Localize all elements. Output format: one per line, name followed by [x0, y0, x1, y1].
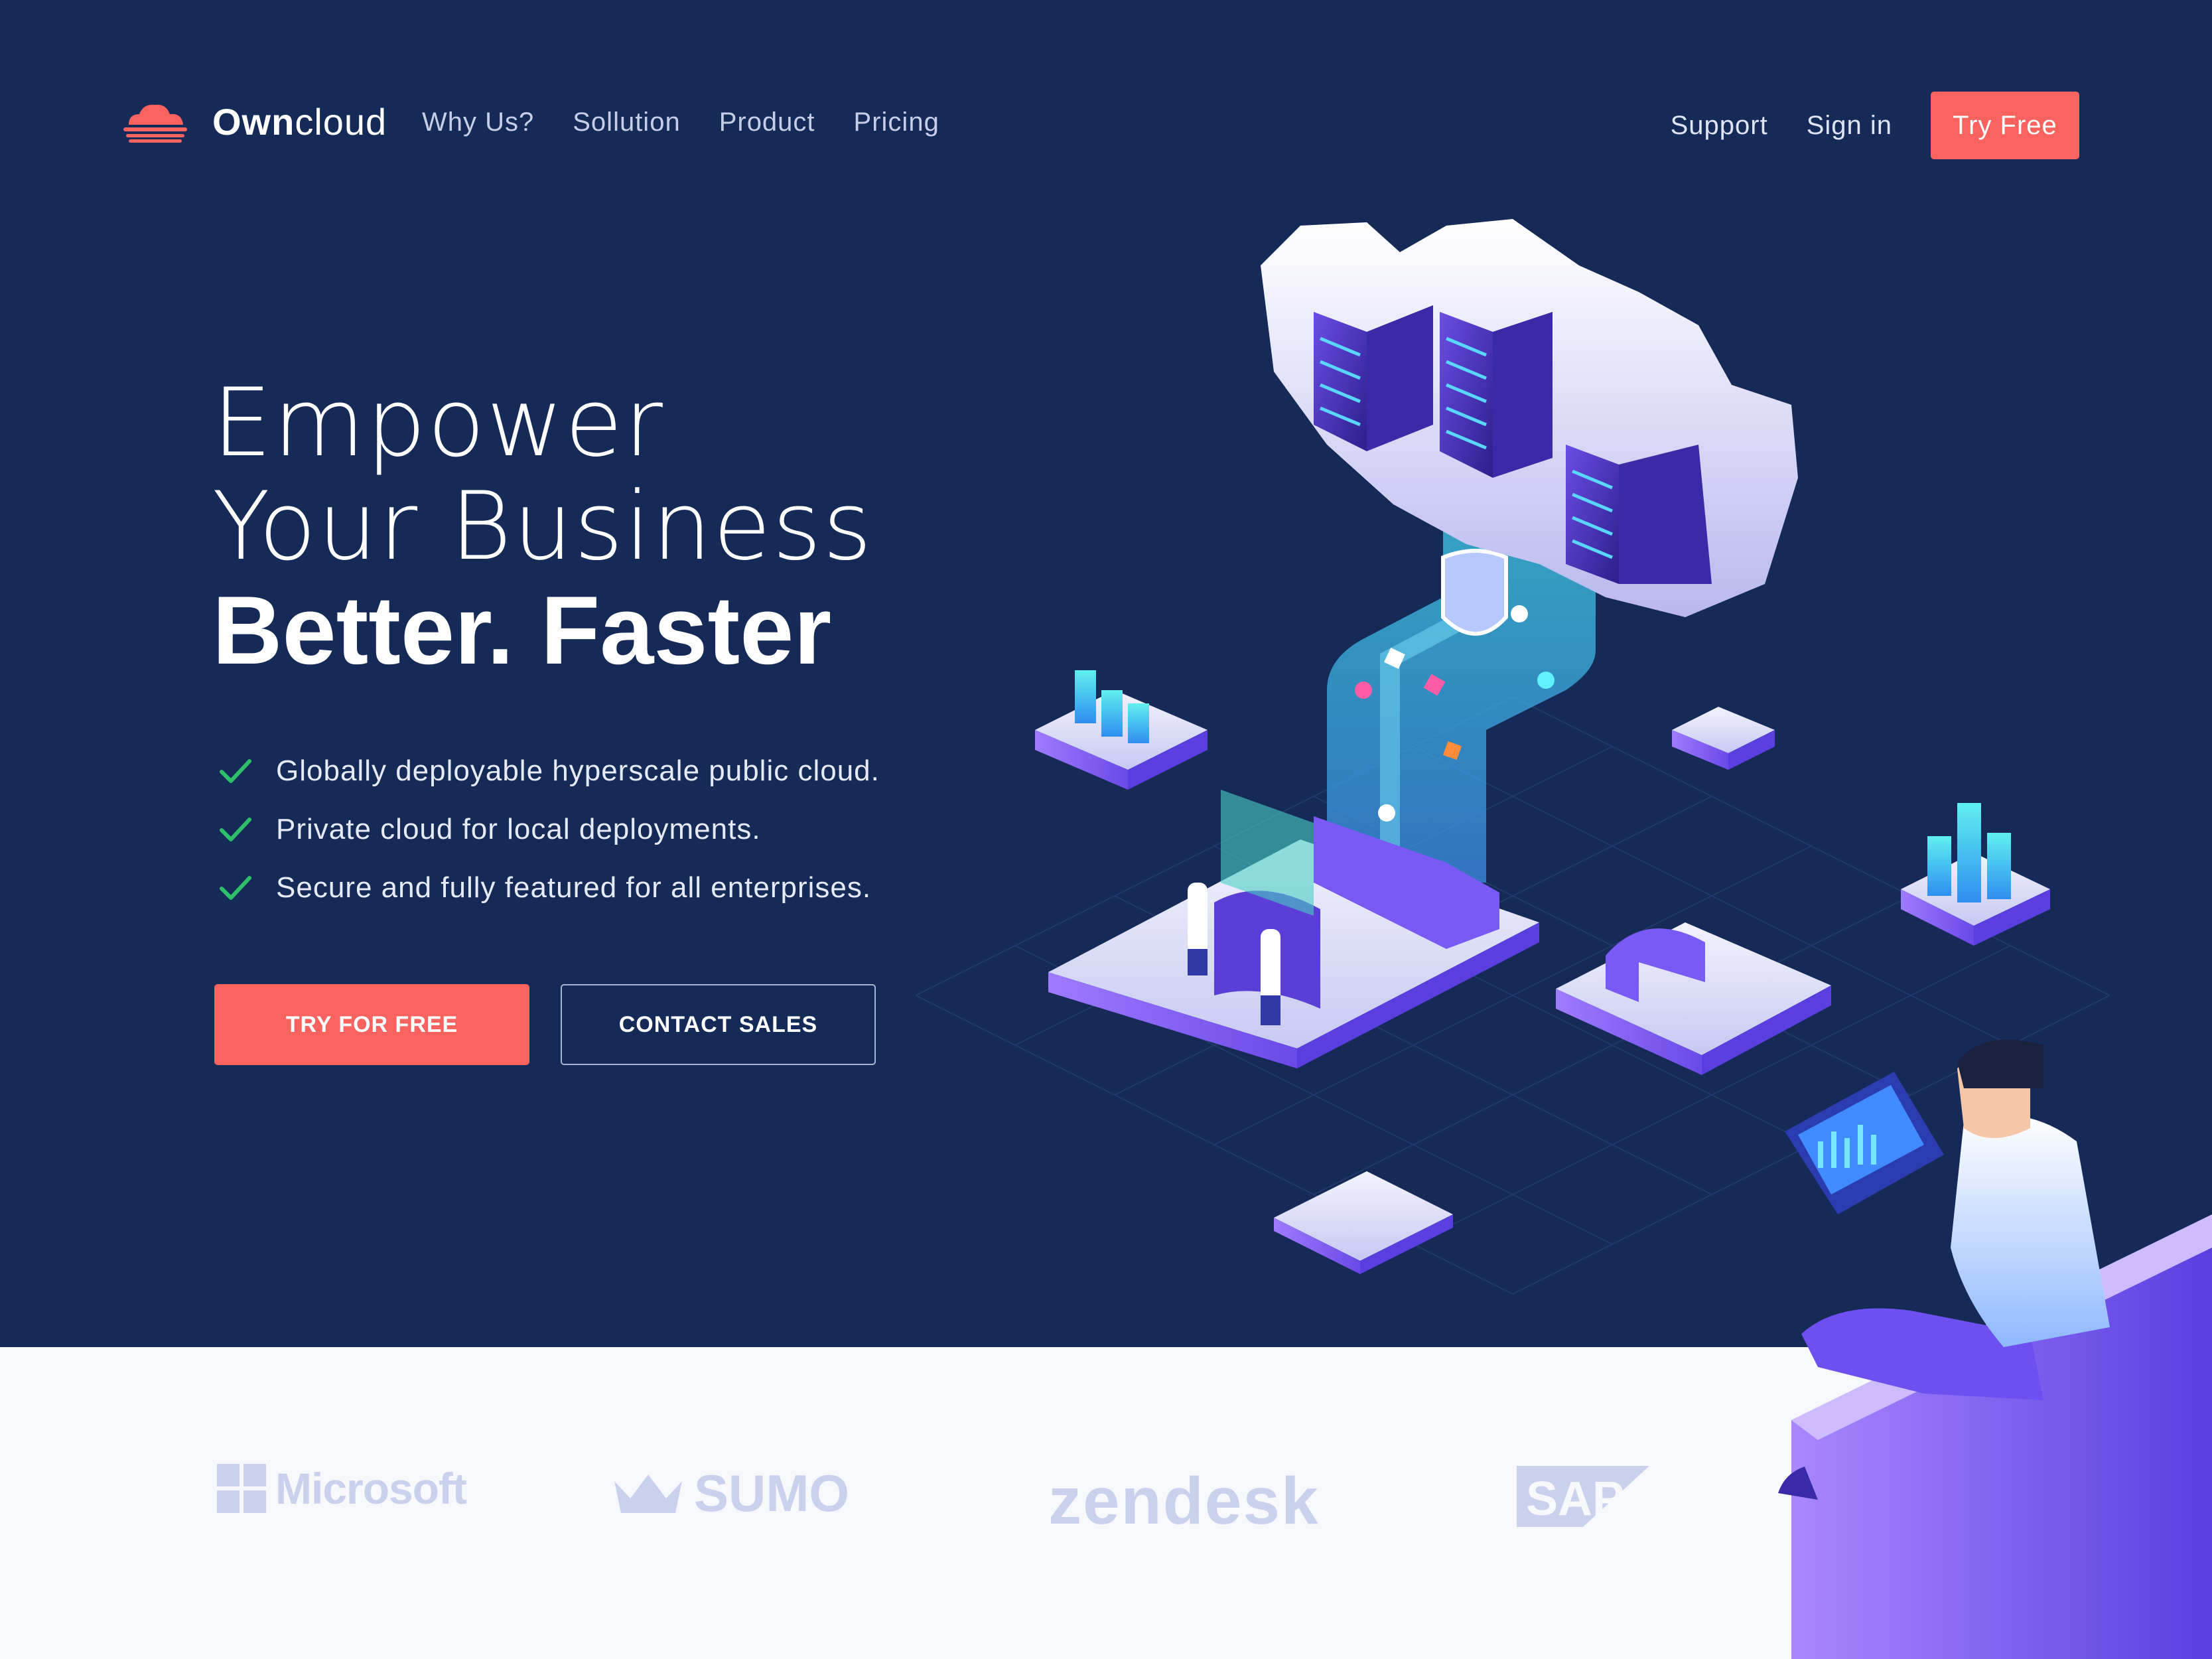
try-free-button[interactable]: Try Free	[1931, 92, 2079, 159]
feature-text: Private cloud for local deployments.	[276, 813, 761, 845]
sumo-wordmark: SUMO	[694, 1464, 849, 1522]
nav-link-why-us[interactable]: Why Us?	[422, 108, 534, 137]
check-icon	[220, 759, 251, 783]
mid-right-platform	[1556, 922, 1831, 1075]
feature-list: Globally deployable hyperscale public cl…	[219, 742, 880, 917]
cloud-infrastructure-illustration	[1035, 219, 2212, 1659]
cloud-cluster	[1261, 219, 1798, 617]
feature-text: Secure and fully featured for all enterp…	[276, 871, 872, 904]
support-link[interactable]: Support	[1671, 111, 1768, 141]
floating-tile	[1274, 1171, 1453, 1274]
headline-line-3: Better. Faster	[212, 576, 832, 684]
headline-line-2: Your Business	[212, 472, 874, 581]
microsoft-logo: Microsoft	[217, 1463, 467, 1514]
hero-headline: Empower Your Business Better. Faster	[212, 372, 873, 682]
primary-nav: Why Us? Sollution Product Pricing	[422, 108, 939, 137]
check-icon	[220, 818, 251, 841]
feature-text: Globally deployable hyperscale public cl…	[276, 755, 880, 787]
account-nav: Support Sign in Try Free	[1671, 92, 2079, 159]
try-for-free-button[interactable]: TRY FOR FREE	[214, 984, 529, 1065]
cloud-logo-icon	[123, 104, 187, 143]
sumo-logo: SUMO	[612, 1463, 849, 1524]
headline-line-1: Empower	[212, 368, 664, 478]
feature-item: Private cloud for local deployments.	[219, 800, 880, 859]
check-icon	[220, 876, 251, 900]
left-chart-platform	[1035, 670, 1208, 790]
feature-item: Globally deployable hyperscale public cl…	[219, 742, 880, 800]
crown-icon	[614, 1474, 682, 1513]
nav-link-pricing[interactable]: Pricing	[854, 108, 939, 137]
nav-link-product[interactable]: Product	[719, 108, 815, 137]
right-chart-platform	[1901, 803, 2050, 946]
sign-in-link[interactable]: Sign in	[1807, 111, 1892, 141]
feature-item: Secure and fully featured for all enterp…	[219, 859, 880, 917]
brand-name: Owncloud	[212, 100, 387, 143]
contact-sales-button[interactable]: CONTACT SALES	[561, 984, 876, 1065]
microsoft-wordmark: Microsoft	[275, 1464, 467, 1513]
nav-link-solution[interactable]: Sollution	[573, 108, 680, 137]
microsoft-grid-icon	[217, 1464, 266, 1513]
brand-logo[interactable]: Owncloud	[122, 100, 387, 143]
small-platform	[1672, 707, 1775, 770]
seated-man-with-tablet	[1778, 1039, 2212, 1659]
